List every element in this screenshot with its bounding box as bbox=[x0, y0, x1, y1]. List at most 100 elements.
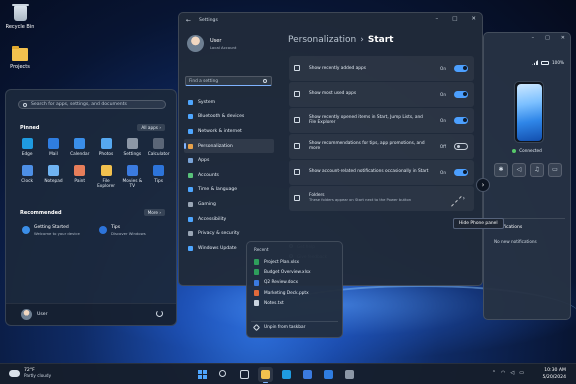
close-icon[interactable]: ✕ bbox=[471, 16, 476, 22]
setting-text: Show recently added apps bbox=[309, 66, 429, 72]
setting-text: Show account-related notifications occas… bbox=[309, 169, 429, 175]
pinned-app-settings[interactable]: Settings bbox=[119, 138, 145, 157]
jump-list-item[interactable]: Marketing Deck.pptx bbox=[251, 288, 339, 298]
power-icon[interactable] bbox=[156, 310, 163, 317]
toggle-switch[interactable] bbox=[454, 142, 468, 150]
pinned-title: Pinned bbox=[20, 125, 40, 131]
pinned-app-mail[interactable]: Mail bbox=[40, 138, 66, 157]
mail-icon bbox=[324, 370, 333, 379]
setting-row[interactable]: Show recently added apps On bbox=[289, 56, 474, 81]
recommended-item-tips[interactable]: Tips Discover Windows bbox=[99, 225, 146, 236]
taskbar-mail-button[interactable] bbox=[321, 367, 336, 382]
photos-icon bbox=[100, 138, 112, 149]
nav-item-privacy-security[interactable]: Privacy & security bbox=[184, 226, 274, 241]
connected-dot-icon bbox=[512, 149, 517, 153]
taskbar-search-button[interactable] bbox=[216, 367, 231, 382]
taskbar-store-button[interactable] bbox=[300, 367, 315, 382]
music-icon[interactable]: ♫ bbox=[530, 163, 544, 177]
maximize-icon[interactable]: □ bbox=[452, 16, 457, 22]
desktop-icon-recycle-bin[interactable]: Recycle Bin bbox=[0, 4, 40, 30]
nav-item-label: Network & internet bbox=[198, 128, 242, 134]
setting-row[interactable]: Show recently opened items in Start, Jum… bbox=[289, 107, 474, 133]
nav-item-system[interactable]: System bbox=[184, 95, 274, 110]
jump-list-item[interactable]: Project Plan.xlsx bbox=[251, 257, 339, 267]
pinned-app-paint[interactable]: Paint bbox=[67, 165, 93, 189]
chevron-up-icon[interactable]: ⌃ bbox=[492, 370, 496, 376]
nav-item-accessibility[interactable]: Accessibility bbox=[184, 212, 274, 227]
clock[interactable]: 10:30 AM 5/20/2024 bbox=[542, 367, 566, 381]
volume-mute-icon[interactable]: ◁ bbox=[512, 163, 526, 177]
windows-logo-icon bbox=[198, 370, 207, 379]
recommended-title-text: Tips bbox=[111, 225, 121, 230]
toggle-switch[interactable] bbox=[454, 90, 468, 98]
all-apps-button[interactable]: All apps › bbox=[137, 124, 165, 131]
taskbar-settings-button[interactable] bbox=[342, 367, 357, 382]
maximize-icon[interactable]: □ bbox=[545, 35, 550, 41]
window-title: Settings bbox=[199, 18, 218, 23]
jump-list-item[interactable]: Budget Overview.xlsx bbox=[251, 267, 339, 277]
nav-item-personalization[interactable]: Personalization bbox=[184, 138, 274, 154]
pinned-app-tips[interactable]: Tips bbox=[145, 165, 171, 189]
recommended-item-getting-started[interactable]: Getting Started Welcome to your device bbox=[22, 225, 80, 236]
settings-user[interactable]: User Local Account bbox=[187, 35, 236, 52]
notifications-empty: No new notifications bbox=[494, 239, 537, 244]
setting-row[interactable]: Show account-related notifications occas… bbox=[289, 159, 474, 185]
minimize-icon[interactable]: – bbox=[532, 35, 535, 41]
wifi-icon[interactable]: ◠ bbox=[501, 370, 505, 376]
desktop-icon-projects[interactable]: Projects bbox=[0, 46, 40, 70]
mail-icon bbox=[47, 138, 59, 149]
pinned-app-label: Edge bbox=[21, 152, 33, 157]
taskbar-file-explorer-button[interactable] bbox=[258, 367, 273, 383]
more-button[interactable]: More › bbox=[143, 209, 165, 216]
setting-row[interactable]: Folders These folders appear on Start nex… bbox=[289, 185, 474, 211]
pinned-app-file-explorer[interactable]: File Explorer bbox=[93, 165, 119, 189]
start-search-input[interactable]: Search for apps, settings, and documents bbox=[18, 100, 166, 109]
hide-phone-panel-button[interactable]: › bbox=[476, 178, 490, 192]
getting-started-icon bbox=[22, 226, 30, 234]
nav-item-bluetooth-devices[interactable]: Bluetooth & devices bbox=[184, 110, 274, 125]
pinned-app-notepad[interactable]: Notepad bbox=[40, 165, 66, 189]
nav-item-accounts[interactable]: Accounts bbox=[184, 168, 274, 183]
settings-titlebar: ← Settings – □ ✕ bbox=[179, 13, 482, 30]
start-user-button[interactable]: User bbox=[21, 309, 47, 320]
toggle-switch[interactable] bbox=[454, 116, 468, 124]
pinned-app-clock[interactable]: Clock bbox=[14, 165, 40, 189]
jump-list-item[interactable]: Q2 Review.docx bbox=[251, 278, 339, 288]
avatar bbox=[21, 309, 32, 320]
pinned-app-calculator[interactable]: Calculator bbox=[145, 138, 171, 157]
settings-nav: System Bluetooth & devices Network & inter… bbox=[184, 95, 274, 256]
recommended-title-text: Getting Started bbox=[34, 225, 69, 230]
battery-icon[interactable]: ▭ bbox=[519, 370, 524, 376]
setting-row[interactable]: Show recommendations for tips, app promo… bbox=[289, 133, 474, 159]
taskbar-edge-button[interactable] bbox=[279, 367, 294, 382]
jump-list-item[interactable]: Notes.txt bbox=[251, 298, 339, 308]
unpin-from-taskbar[interactable]: Unpin from taskbar bbox=[252, 323, 305, 332]
toggle-switch[interactable] bbox=[454, 168, 468, 176]
toggle-state: On bbox=[440, 117, 446, 123]
pinned-app-photos[interactable]: Photos bbox=[93, 138, 119, 157]
nav-item-label: Accounts bbox=[198, 172, 219, 178]
pinned-app-calendar[interactable]: Calendar bbox=[67, 138, 93, 157]
toggle-switch[interactable] bbox=[454, 64, 468, 72]
pinned-app-edge[interactable]: Edge bbox=[14, 138, 40, 157]
breadcrumb-parent[interactable]: Personalization bbox=[288, 35, 356, 45]
taskbar-start-button[interactable] bbox=[195, 367, 210, 382]
copy-screen-icon[interactable]: ▭ bbox=[548, 163, 562, 177]
setting-label: Folders bbox=[309, 192, 325, 198]
minimize-icon[interactable]: – bbox=[435, 16, 438, 22]
close-icon[interactable]: ✕ bbox=[561, 35, 565, 41]
nav-item-time-language[interactable]: Time & language bbox=[184, 183, 274, 198]
taskbar-jump-list: Recent Project Plan.xlsx Budget Overview.… bbox=[246, 241, 343, 338]
taskbar-task-view-button[interactable] bbox=[237, 367, 252, 382]
nav-item-network-internet[interactable]: Network & internet bbox=[184, 124, 274, 139]
find-setting-input[interactable]: Find a setting bbox=[185, 76, 272, 86]
nav-item-gaming[interactable]: Gaming bbox=[184, 197, 274, 212]
back-arrow-icon[interactable]: ← bbox=[186, 17, 191, 24]
desktop-icon-label: Projects bbox=[10, 64, 30, 70]
bluetooth-icon[interactable]: ✱ bbox=[494, 163, 508, 177]
pinned-app-movies-tv[interactable]: Movies & TV bbox=[119, 165, 145, 189]
nav-item-apps[interactable]: Apps bbox=[184, 153, 274, 168]
weather-widget[interactable]: 72°F Partly cloudy bbox=[9, 368, 51, 378]
setting-row[interactable]: Show most used apps On bbox=[289, 81, 474, 107]
volume-icon[interactable]: ◁ bbox=[510, 370, 514, 376]
